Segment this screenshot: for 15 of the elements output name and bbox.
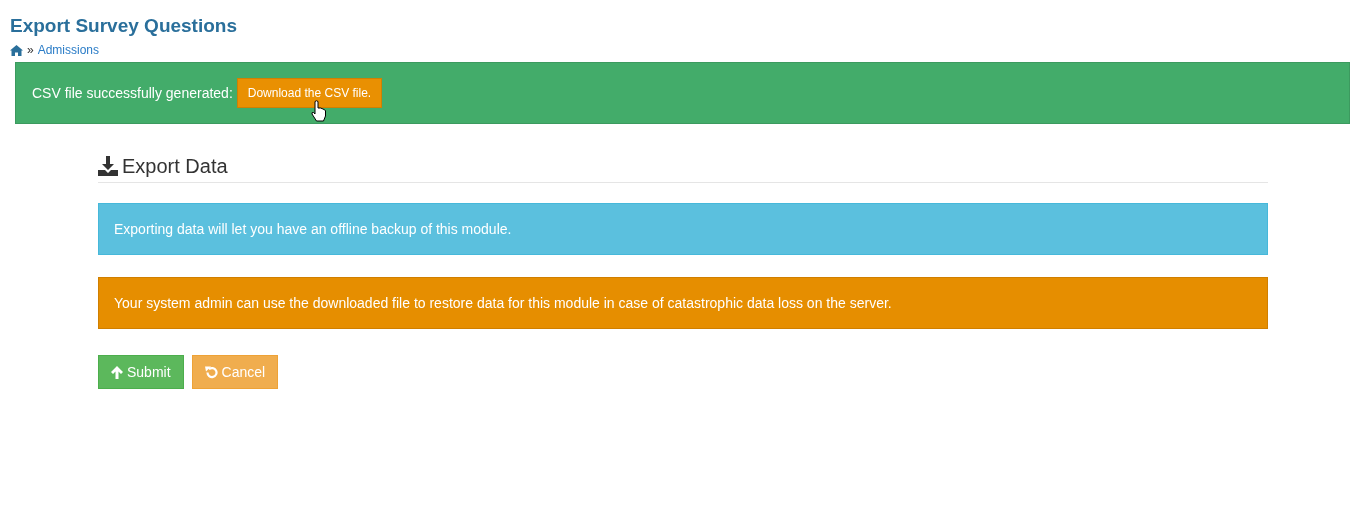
- download-icon: [98, 156, 118, 176]
- section-heading: Export Data: [122, 154, 228, 178]
- warning-note: Your system admin can use the downloaded file to restore data for this module in case of catastrophic data loss on the server.: [98, 277, 1268, 329]
- breadcrumb-separator: »: [27, 42, 34, 58]
- alert-text: CSV file successfully generated:: [32, 83, 233, 103]
- hand-cursor-icon: [311, 100, 327, 122]
- page-title: Export Survey Questions: [10, 14, 238, 38]
- submit-button[interactable]: Submit: [98, 355, 184, 389]
- download-button[interactable]: Download the CSV file.: [236, 78, 383, 108]
- undo-icon: [204, 365, 218, 379]
- cancel-button[interactable]: Cancel: [191, 355, 279, 389]
- info-note: Exporting data will let you have an offline backup of this module.: [98, 203, 1268, 255]
- up-arrow-icon: [111, 365, 123, 379]
- breadcrumb-link[interactable]: Admissions: [37, 42, 100, 58]
- home-icon[interactable]: [10, 44, 23, 56]
